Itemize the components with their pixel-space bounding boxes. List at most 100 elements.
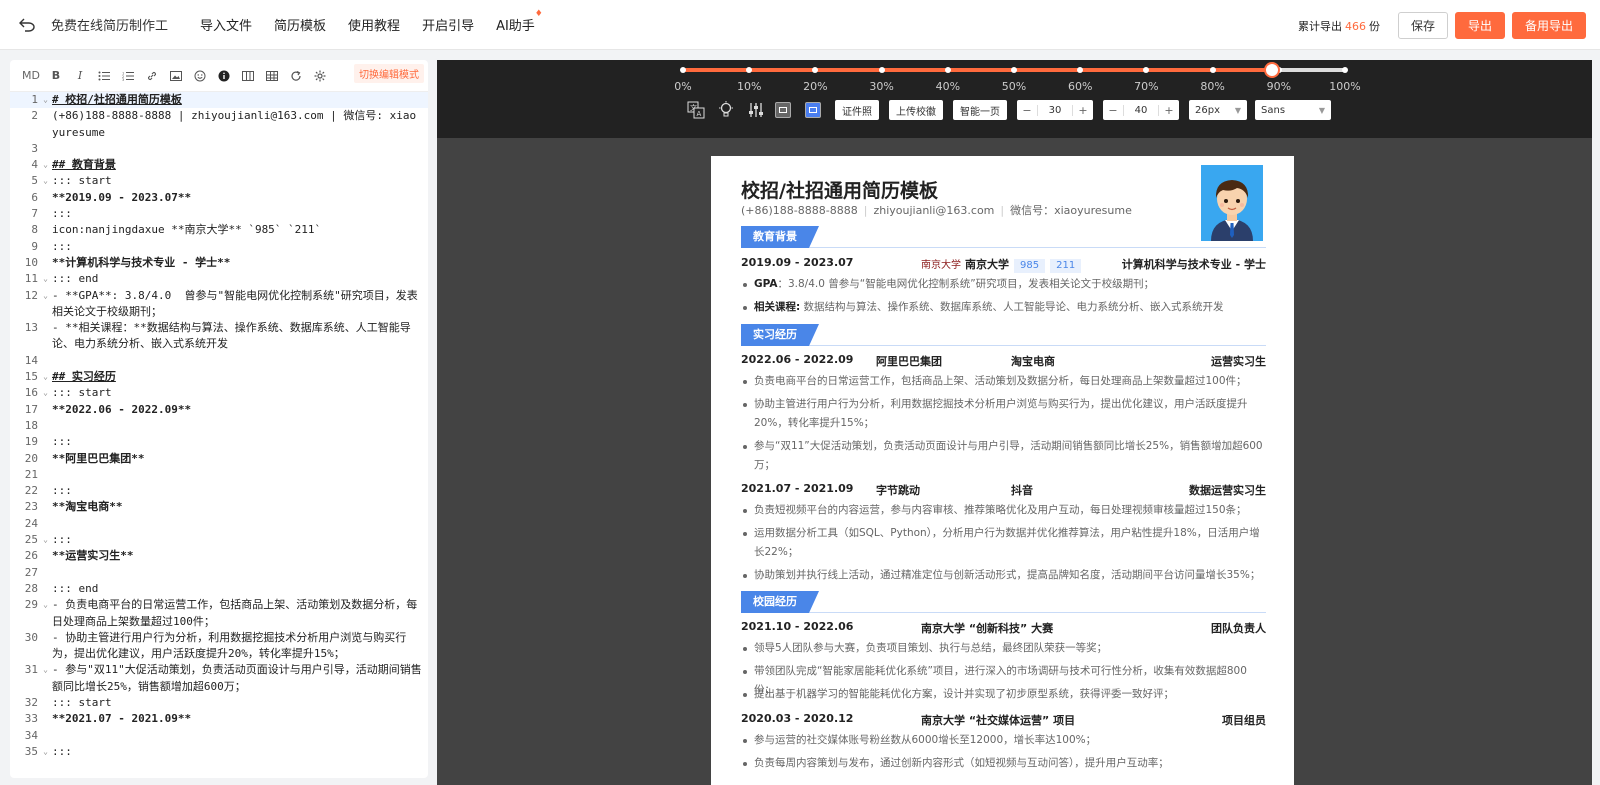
zoom-slider-stop[interactable] <box>746 67 753 73</box>
increment-icon[interactable]: + <box>1159 104 1179 117</box>
code-line[interactable]: 13 - **相关课程：**数据结构与算法、操作系统、数据库系统、人工智能导论、电… <box>10 320 428 353</box>
code-line[interactable]: 18 <box>10 418 428 434</box>
code-line[interactable]: 31 ⌄ - 参与"双11"大促活动策划，负责活动页面设计与用户引导，活动期间销售额… <box>10 662 428 695</box>
emoji-icon[interactable] <box>188 66 212 86</box>
link-icon[interactable] <box>140 66 164 86</box>
code-line[interactable]: 22::: <box>10 483 428 499</box>
zoom-slider-stop[interactable] <box>1143 67 1150 73</box>
fold-icon[interactable]: ⌄ <box>43 532 48 548</box>
code-line[interactable]: 23 **淘宝电商** <box>10 499 428 515</box>
code-line[interactable]: 12 ⌄ - **GPA**: 3.8/4.0 曾参与"智能电网优化控制系统"研究项… <box>10 288 428 321</box>
increment-icon[interactable]: + <box>1073 104 1093 117</box>
save-button[interactable]: 保存 <box>1397 12 1448 39</box>
nav-tutorial[interactable]: 使用教程 <box>348 15 400 34</box>
code-line[interactable]: 16 ⌄::: start <box>10 385 428 401</box>
decrement-icon[interactable]: − <box>1103 104 1123 117</box>
italic-icon[interactable]: I <box>68 66 92 86</box>
code-line[interactable]: 25 ⌄::: <box>10 532 428 548</box>
columns-icon[interactable] <box>236 66 260 86</box>
code-line[interactable]: 20 **阿里巴巴集团** <box>10 451 428 467</box>
code-line[interactable]: 8 icon:nanjingdaxue **南京大学** `985` `211` <box>10 222 428 238</box>
code-line[interactable]: 3 <box>10 141 428 157</box>
zoom-slider-stop[interactable] <box>1209 67 1216 73</box>
spacing-stepper-1[interactable]: − 30 + <box>1017 100 1093 120</box>
zoom-slider-stop[interactable] <box>1011 67 1017 73</box>
zoom-slider-thumb[interactable] <box>1264 62 1281 78</box>
zoom-slider-stop[interactable] <box>878 67 885 73</box>
lightbulb-icon[interactable] <box>715 100 737 120</box>
adjust-sliders-icon[interactable] <box>745 100 767 120</box>
zoom-slider-stop[interactable] <box>944 67 951 73</box>
back-icon[interactable] <box>16 14 38 36</box>
code-line[interactable]: 14 <box>10 353 428 369</box>
code-line[interactable]: 11 ⌄::: end <box>10 271 428 287</box>
smart-one-page-button[interactable]: 智能一页 <box>953 100 1007 120</box>
refresh-icon[interactable] <box>284 66 308 86</box>
code-line[interactable]: 34 <box>10 728 428 744</box>
code-line[interactable]: 15 ⌄ ## 实习经历 <box>10 369 428 385</box>
fold-icon[interactable]: ⌄ <box>43 744 48 760</box>
code-line[interactable]: 29 ⌄ - 负责电商平台的日常运营工作，包括商品上架、活动策划及数据分析，每日处理… <box>10 597 428 630</box>
code-line[interactable]: 32::: start <box>10 695 428 711</box>
code-line[interactable]: 10 **计算机科学与技术专业 - 学士** <box>10 255 428 271</box>
code-line[interactable]: 24 <box>10 516 428 532</box>
code-line[interactable]: 9::: <box>10 239 428 255</box>
code-line[interactable]: 26 **运营实习生** <box>10 548 428 564</box>
info-icon[interactable] <box>212 66 236 86</box>
code-line[interactable]: 30 - 协助主管进行用户行为分析，利用数据挖掘技术分析用户浏览与购买行为，提出优… <box>10 630 428 663</box>
fold-icon[interactable]: ⌄ <box>43 288 48 304</box>
spacing-stepper-1-value[interactable]: 30 <box>1037 104 1073 116</box>
code-line[interactable]: 28::: end <box>10 581 428 597</box>
font-size-select[interactable]: 26px ▼ <box>1189 100 1247 120</box>
code-line[interactable]: 4 ⌄ ## 教育背景 <box>10 157 428 173</box>
spacing-stepper-2[interactable]: − 40 + <box>1103 100 1179 120</box>
id-photo-button[interactable]: 证件照 <box>835 100 879 120</box>
option-checkbox-gray[interactable] <box>775 102 791 118</box>
code-line[interactable]: 21 <box>10 467 428 483</box>
decrement-icon[interactable]: − <box>1017 104 1037 117</box>
font-family-select[interactable]: Sans ▼ <box>1255 100 1331 120</box>
option-checkbox-blue[interactable] <box>805 102 821 118</box>
fold-icon[interactable]: ⌄ <box>43 369 48 385</box>
code-area[interactable]: 1 ⌄ # 校招/社招通用简历模板 2 (+86)188-8888-8888 | zhi… <box>10 92 428 778</box>
zoom-slider-stop[interactable] <box>1077 67 1084 73</box>
fold-icon[interactable]: ⌄ <box>43 385 48 401</box>
export-button[interactable]: 导出 <box>1454 12 1505 39</box>
spacing-stepper-2-value[interactable]: 40 <box>1123 104 1159 116</box>
ordered-list-icon[interactable]: 123 <box>116 66 140 86</box>
switch-edit-mode-button[interactable]: 切换编辑模式 <box>354 64 424 83</box>
code-line[interactable]: 7::: <box>10 206 428 222</box>
fold-icon[interactable]: ⌄ <box>43 92 48 108</box>
zoom-slider-stop[interactable] <box>812 67 819 73</box>
code-line[interactable]: 2 (+86)188-8888-8888 | zhiyoujianli@163.c… <box>10 108 428 141</box>
code-line[interactable]: 6 **2019.09 - 2023.07** <box>10 190 428 206</box>
bold-icon[interactable]: B <box>44 66 68 86</box>
zoom-slider-stop[interactable] <box>680 67 686 73</box>
table-icon[interactable] <box>260 66 284 86</box>
fold-icon[interactable]: ⌄ <box>43 597 48 613</box>
nav-guide[interactable]: 开启引导 <box>422 15 474 34</box>
code-line[interactable]: 1 ⌄ # 校招/社招通用简历模板 <box>10 92 428 109</box>
settings-icon[interactable] <box>308 66 332 86</box>
code-line[interactable]: 17 **2022.06 - 2022.09** <box>10 402 428 418</box>
upload-school-logo-button[interactable]: 上传校徽 <box>889 100 943 120</box>
fold-icon[interactable]: ⌄ <box>43 662 48 678</box>
translate-icon[interactable]: 文A <box>685 100 707 120</box>
fold-icon[interactable]: ⌄ <box>43 157 48 173</box>
code-line[interactable]: 27 <box>10 565 428 581</box>
code-line[interactable]: 33 **2021.07 - 2021.09** <box>10 711 428 727</box>
fold-icon[interactable]: ⌄ <box>43 271 48 287</box>
markdown-mode-icon[interactable]: MD <box>18 66 44 86</box>
nav-resume-templates[interactable]: 简历模板 <box>274 15 326 34</box>
zoom-slider[interactable] <box>680 62 1348 78</box>
bullet-list-icon[interactable] <box>92 66 116 86</box>
fold-icon[interactable]: ⌄ <box>43 173 48 189</box>
nav-ai-assistant[interactable]: AI助手 ♦ <box>496 9 543 34</box>
zoom-slider-stop[interactable] <box>1342 67 1348 73</box>
backup-export-button[interactable]: 备用导出 <box>1511 12 1586 39</box>
nav-import-file[interactable]: 导入文件 <box>200 15 252 34</box>
code-line[interactable]: 19::: <box>10 434 428 450</box>
image-icon[interactable] <box>164 66 188 86</box>
code-line[interactable]: 35 ⌄::: <box>10 744 428 760</box>
code-line[interactable]: 5 ⌄::: start <box>10 173 428 189</box>
